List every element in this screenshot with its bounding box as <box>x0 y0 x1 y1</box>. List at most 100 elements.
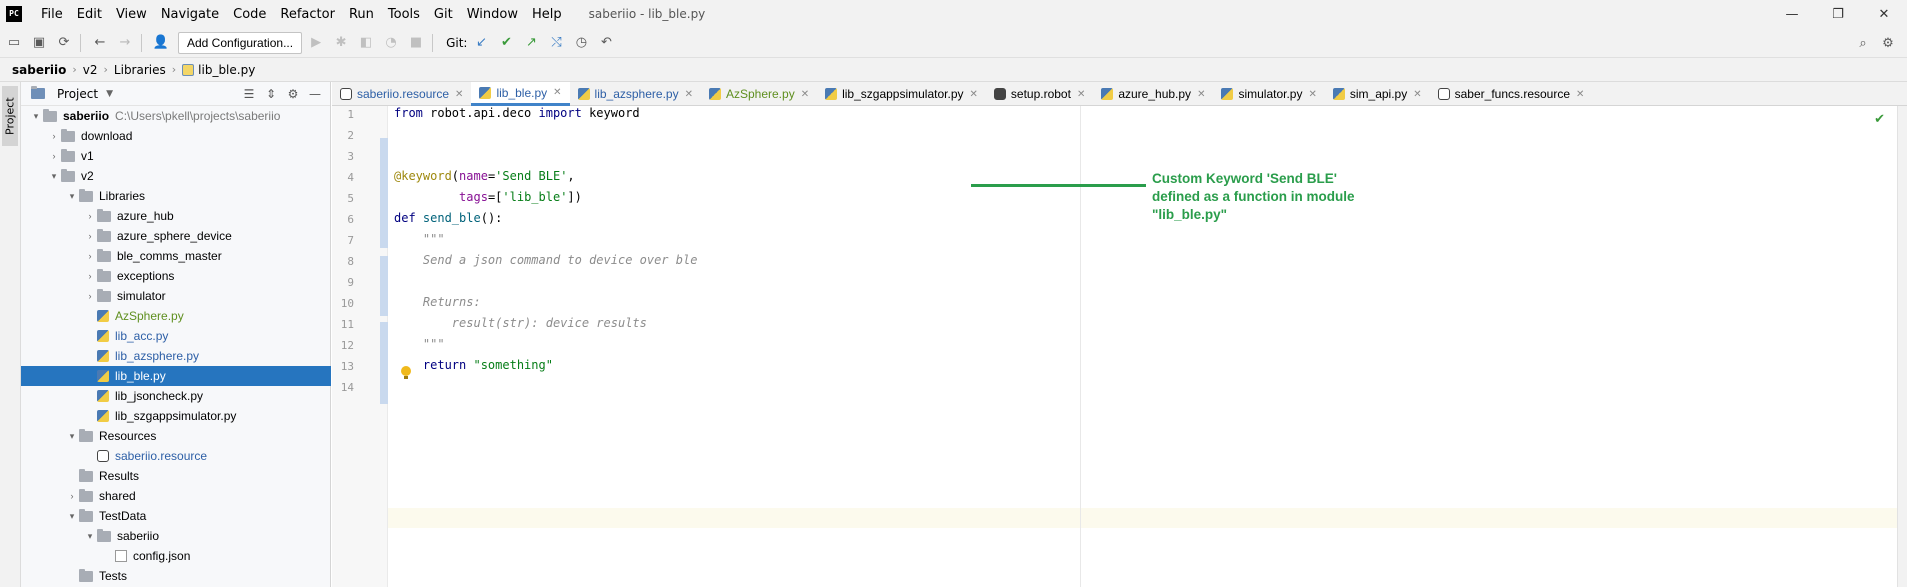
hide-panel-icon[interactable]: — <box>304 84 326 104</box>
gear-icon[interactable]: ⚙ <box>282 84 304 104</box>
user-dropdown-icon[interactable]: 👤 <box>150 32 172 54</box>
forward-arrow-icon[interactable]: → <box>114 32 136 54</box>
close-tab-icon[interactable]: ✕ <box>801 89 809 100</box>
code-editor[interactable]: 1 2 3 4 5 6 7 8 9 10 11 12 13 14 from robot.api.deco … <box>332 106 1897 587</box>
chevron-down-icon[interactable]: ▾ <box>47 171 61 182</box>
chevron-down-icon[interactable]: ▾ <box>83 531 97 542</box>
editor-tab[interactable]: lib_azsphere.py ✕ <box>570 82 701 106</box>
chevron-down-icon[interactable]: ▾ <box>29 111 43 122</box>
tree-item[interactable]: › ble_comms_master <box>21 246 331 266</box>
add-configuration-button[interactable]: Add Configuration... <box>178 31 303 54</box>
tree-item[interactable]: lib_ble.py <box>21 366 331 386</box>
editor-tab[interactable]: saberiio.resource ✕ <box>332 82 471 106</box>
search-icon[interactable]: ⌕ <box>1852 32 1874 54</box>
stop-icon[interactable]: ■ <box>405 32 427 54</box>
chevron-down-icon[interactable]: ▾ <box>65 191 79 202</box>
tree-item[interactable]: ▾ TestData <box>21 506 331 526</box>
minimize-button[interactable]: — <box>1769 0 1815 28</box>
tree-item[interactable]: lib_szgappsimulator.py <box>21 406 331 426</box>
tree-item[interactable]: lib_acc.py <box>21 326 331 346</box>
menu-tools[interactable]: Tools <box>381 7 427 22</box>
breadcrumb-v2[interactable]: v2 <box>83 63 98 77</box>
project-panel-title[interactable]: Project <box>57 87 98 101</box>
breadcrumb-file[interactable]: lib_ble.py <box>198 63 255 77</box>
git-merge-icon[interactable]: ⤭ <box>545 32 567 54</box>
menu-edit[interactable]: Edit <box>70 7 109 22</box>
close-tab-icon[interactable]: ✕ <box>970 89 978 100</box>
git-update-icon[interactable]: ↙ <box>470 32 492 54</box>
git-commit-icon[interactable]: ✔ <box>495 32 517 54</box>
sync-icon[interactable]: ⟳ <box>53 32 75 54</box>
close-tab-icon[interactable]: ✕ <box>1308 89 1316 100</box>
close-tab-icon[interactable]: ✕ <box>1077 89 1085 100</box>
tree-item[interactable]: › shared <box>21 486 331 506</box>
menu-run[interactable]: Run <box>342 7 381 22</box>
tree-item[interactable]: ▾ saberiio C:\Users\pkell\projects\saberii… <box>21 106 331 126</box>
expand-all-icon[interactable]: ☰ <box>238 84 260 104</box>
tree-item[interactable]: ▾ v2 <box>21 166 331 186</box>
tree-item[interactable]: › simulator <box>21 286 331 306</box>
close-tab-icon[interactable]: ✕ <box>1576 89 1584 100</box>
close-tab-icon[interactable]: ✕ <box>455 89 463 100</box>
tree-item[interactable]: lib_jsoncheck.py <box>21 386 331 406</box>
chevron-right-icon[interactable]: › <box>83 271 97 281</box>
chevron-right-icon[interactable]: › <box>83 211 97 221</box>
inspection-ok-icon[interactable]: ✔ <box>1874 112 1885 127</box>
chevron-right-icon[interactable]: › <box>83 231 97 241</box>
menu-git[interactable]: Git <box>427 7 460 22</box>
tree-item[interactable]: saberiio.resource <box>21 446 331 466</box>
editor-tab[interactable]: azure_hub.py ✕ <box>1093 82 1213 106</box>
chevron-down-icon[interactable]: ▾ <box>65 431 79 442</box>
tree-item[interactable]: Tests <box>21 566 331 586</box>
menu-help[interactable]: Help <box>525 7 569 22</box>
gear-icon[interactable]: ⚙ <box>1877 32 1899 54</box>
editor-tab[interactable]: lib_szgappsimulator.py ✕ <box>817 82 986 106</box>
tree-item[interactable]: config.json <box>21 546 331 566</box>
chevron-right-icon[interactable]: › <box>47 131 61 141</box>
open-folder-icon[interactable]: ▭ <box>3 32 25 54</box>
editor-scrollbar[interactable] <box>1897 106 1907 587</box>
profile-icon[interactable]: ◔ <box>380 32 402 54</box>
editor-tab[interactable]: AzSphere.py ✕ <box>701 82 817 106</box>
breadcrumb-libraries[interactable]: Libraries <box>114 63 166 77</box>
coverage-icon[interactable]: ◧ <box>355 32 377 54</box>
collapse-all-icon[interactable]: ⇕ <box>260 84 282 104</box>
tree-item[interactable]: › azure_hub <box>21 206 331 226</box>
tree-item[interactable]: › azure_sphere_device <box>21 226 331 246</box>
back-arrow-icon[interactable]: ← <box>89 32 111 54</box>
close-tab-icon[interactable]: ✕ <box>1197 89 1205 100</box>
chevron-right-icon[interactable]: › <box>65 491 79 501</box>
chevron-right-icon[interactable]: › <box>83 251 97 261</box>
tree-item[interactable]: › v1 <box>21 146 331 166</box>
editor-tab[interactable]: sim_api.py ✕ <box>1325 82 1430 106</box>
tree-item[interactable]: ▾ saberiio <box>21 526 331 546</box>
tree-item[interactable]: Results <box>21 466 331 486</box>
git-push-icon[interactable]: ↗ <box>520 32 542 54</box>
close-tab-icon[interactable]: ✕ <box>685 89 693 100</box>
project-tool-tab[interactable]: Project <box>2 86 18 146</box>
menu-window[interactable]: Window <box>460 7 525 22</box>
close-tab-icon[interactable]: ✕ <box>553 87 561 98</box>
lightbulb-icon[interactable] <box>400 366 412 380</box>
restore-button[interactable]: ❐ <box>1815 0 1861 28</box>
tree-item[interactable]: ▾ Libraries <box>21 186 331 206</box>
git-rollback-icon[interactable]: ↶ <box>595 32 617 54</box>
menu-refactor[interactable]: Refactor <box>273 7 342 22</box>
menu-code[interactable]: Code <box>226 7 273 22</box>
breadcrumb-project[interactable]: saberiio <box>12 63 66 77</box>
menu-view[interactable]: View <box>109 7 154 22</box>
tree-item[interactable]: lib_azsphere.py <box>21 346 331 366</box>
close-window-button[interactable]: ✕ <box>1861 0 1907 28</box>
editor-tab[interactable]: saber_funcs.resource ✕ <box>1430 82 1593 106</box>
chevron-right-icon[interactable]: › <box>47 151 61 161</box>
menu-navigate[interactable]: Navigate <box>154 7 226 22</box>
editor-tab[interactable]: lib_ble.py ✕ <box>471 82 570 106</box>
editor-tab[interactable]: setup.robot ✕ <box>986 82 1093 106</box>
tree-item[interactable]: ▾ Resources <box>21 426 331 446</box>
chevron-down-icon[interactable]: ▾ <box>65 511 79 522</box>
editor-tab[interactable]: simulator.py ✕ <box>1213 82 1324 106</box>
tree-item[interactable]: AzSphere.py <box>21 306 331 326</box>
chevron-down-icon[interactable]: ▼ <box>106 89 113 99</box>
chevron-right-icon[interactable]: › <box>83 291 97 301</box>
tree-item[interactable]: › exceptions <box>21 266 331 286</box>
